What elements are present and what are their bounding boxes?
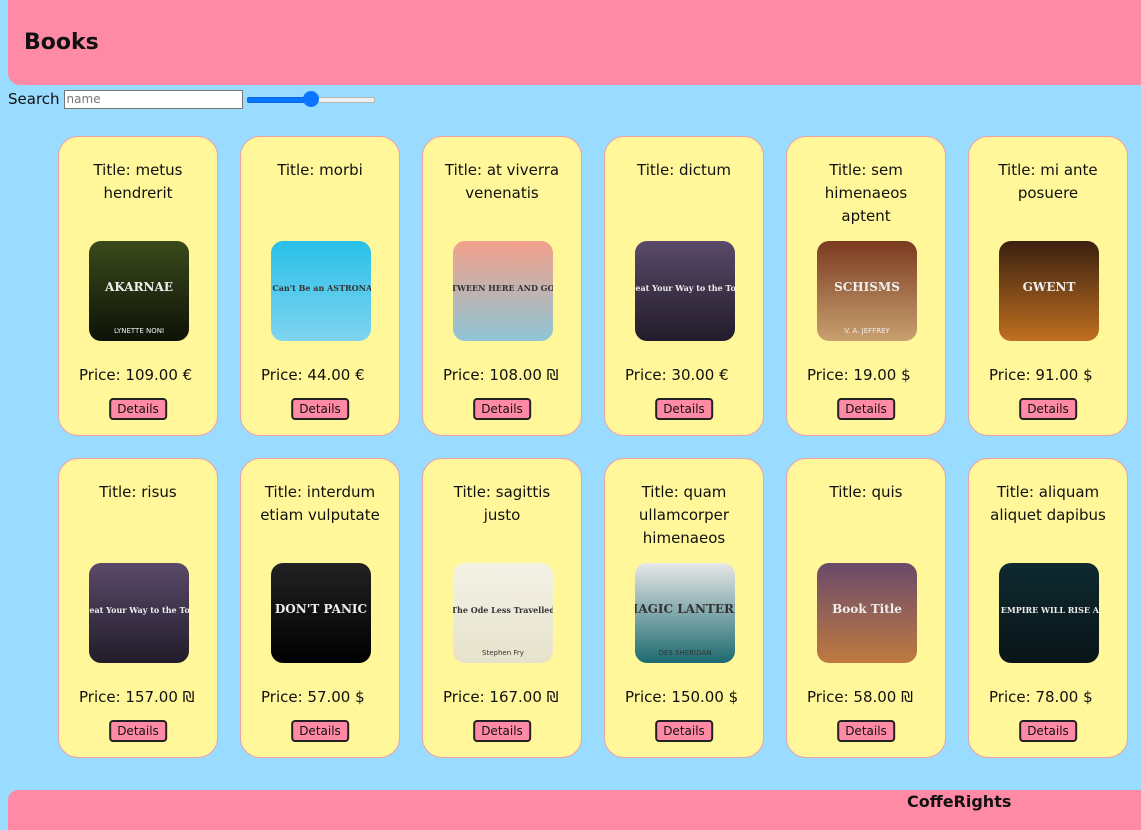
details-button[interactable]: Details: [291, 398, 349, 420]
book-price: Price: 108.00 ₪: [443, 366, 559, 384]
book-title: Title: quis: [829, 483, 903, 501]
book-price: Price: 109.00 €: [79, 366, 193, 384]
book-price: Price: 58.00 ₪: [807, 688, 913, 706]
book-card: Title: sagittis justo The Ode Less Travel…: [422, 458, 582, 758]
details-button[interactable]: Details: [655, 720, 713, 742]
book-card: Title: morbi You Can't Be an ASTRONAUT! Pr…: [240, 136, 400, 436]
page-title: Books: [24, 30, 99, 55]
filter-slider[interactable]: [246, 91, 375, 107]
book-title: Title: mi ante posuere: [998, 161, 1098, 202]
details-button[interactable]: Details: [291, 720, 349, 742]
cover-text: GWENT: [1023, 280, 1076, 294]
book-title: Title: dictum: [637, 161, 731, 179]
book-card: Title: quis Book Title Price: 58.00 ₪ Detai…: [786, 458, 946, 758]
book-price: Price: 91.00 $: [989, 366, 1093, 384]
book-price: Price: 157.00 ₪: [79, 688, 195, 706]
cover-text: AKARNAE: [104, 280, 173, 294]
book-title: Title: aliquam aliquet dapibus: [990, 483, 1106, 524]
book-price: Price: 150.00 $: [625, 688, 739, 706]
book-card: Title: quam ullamcorper himenaeos MAGIC L…: [604, 458, 764, 758]
cover-author: DES SHERIDAN: [659, 649, 712, 657]
search-bar: Search: [8, 88, 375, 110]
book-cover-image: SCHISMS V. A. JEFFREY: [817, 241, 917, 341]
book-card: Title: metus hendrerit AKARNAE LYNETTE NON…: [58, 136, 218, 436]
cover-text: MAGIC LANTERN: [635, 602, 735, 616]
book-card: Title: risus Beat Your Way to the Top Pric…: [58, 458, 218, 758]
details-button[interactable]: Details: [837, 398, 895, 420]
book-title: Title: morbi: [277, 161, 363, 179]
details-button[interactable]: Details: [1019, 720, 1077, 742]
book-cover-image: AKARNAE LYNETTE NONI: [89, 241, 189, 341]
search-input[interactable]: [63, 89, 243, 109]
book-cover-image: Beat Your Way to the Top: [89, 563, 189, 663]
details-button[interactable]: Details: [1019, 398, 1077, 420]
book-card: Title: dictum Beat Your Way to the Top Pri…: [604, 136, 764, 436]
book-title: Title: metus hendrerit: [93, 161, 183, 202]
book-title: Title: sagittis justo: [453, 483, 551, 524]
cover-author: Stephen Fry: [482, 649, 524, 657]
book-cover-image: Beat Your Way to the Top: [635, 241, 735, 341]
book-card: Title: at viverra venenatis BETWEEN HERE …: [422, 136, 582, 436]
cover-text: Book Title: [832, 602, 902, 616]
page-footer: CoffeRights: [8, 790, 1141, 830]
book-cover-image: BETWEEN HERE AND GONE: [453, 241, 553, 341]
cover-text: The Ode Less Travelled: [453, 605, 553, 615]
book-price: Price: 44.00 €: [261, 366, 365, 384]
slider-thumb[interactable]: [302, 91, 319, 107]
book-price: Price: 30.00 €: [625, 366, 729, 384]
book-card: Title: aliquam aliquet dapibus SITH EMPIR…: [968, 458, 1128, 758]
cover-text: DON'T PANIC: [275, 602, 367, 616]
details-button[interactable]: Details: [473, 720, 531, 742]
book-cover-image: Book Title: [817, 563, 917, 663]
footer-text: CoffeRights: [907, 792, 1012, 811]
details-button[interactable]: Details: [109, 720, 167, 742]
details-button[interactable]: Details: [473, 398, 531, 420]
book-cover-image: You Can't Be an ASTRONAUT!: [271, 241, 371, 341]
book-title: Title: risus: [99, 483, 177, 501]
page-header: Books: [8, 0, 1141, 85]
details-button[interactable]: Details: [655, 398, 713, 420]
cover-text: Beat Your Way to the Top: [635, 283, 735, 293]
details-button[interactable]: Details: [109, 398, 167, 420]
cover-text: You Can't Be an ASTRONAUT!: [271, 283, 371, 293]
book-price: Price: 57.00 $: [261, 688, 365, 706]
book-cover-image: GWENT: [999, 241, 1099, 341]
book-title: Title: quam ullamcorper himenaeos: [638, 483, 730, 547]
cover-text: Beat Your Way to the Top: [89, 605, 189, 615]
details-button[interactable]: Details: [837, 720, 895, 742]
cover-text: SCHISMS: [834, 280, 900, 294]
book-title: Title: at viverra venenatis: [444, 161, 560, 202]
book-price: Price: 167.00 ₪: [443, 688, 559, 706]
book-card: Title: mi ante posuere GWENT Price: 91.00 …: [968, 136, 1128, 436]
book-cover-image: SITH EMPIRE WILL RISE AGAIN: [999, 563, 1099, 663]
book-title: Title: interdum etiam vulputate: [260, 483, 380, 524]
book-cover-image: The Ode Less Travelled Stephen Fry: [453, 563, 553, 663]
book-price: Price: 78.00 $: [989, 688, 1093, 706]
book-price: Price: 19.00 $: [807, 366, 911, 384]
cover-text: BETWEEN HERE AND GONE: [453, 283, 553, 293]
cover-text: SITH EMPIRE WILL RISE AGAIN: [999, 605, 1099, 615]
book-card: Title: sem himenaeos aptent SCHISMS V. A. …: [786, 136, 946, 436]
book-cover-image: DON'T PANIC: [271, 563, 371, 663]
book-card: Title: interdum etiam vulputate DON'T PAN…: [240, 458, 400, 758]
cover-author: V. A. JEFFREY: [844, 327, 890, 335]
book-cover-image: MAGIC LANTERN DES SHERIDAN: [635, 563, 735, 663]
search-label: Search: [8, 90, 60, 108]
book-title: Title: sem himenaeos aptent: [824, 161, 908, 225]
cover-author: LYNETTE NONI: [114, 327, 164, 335]
